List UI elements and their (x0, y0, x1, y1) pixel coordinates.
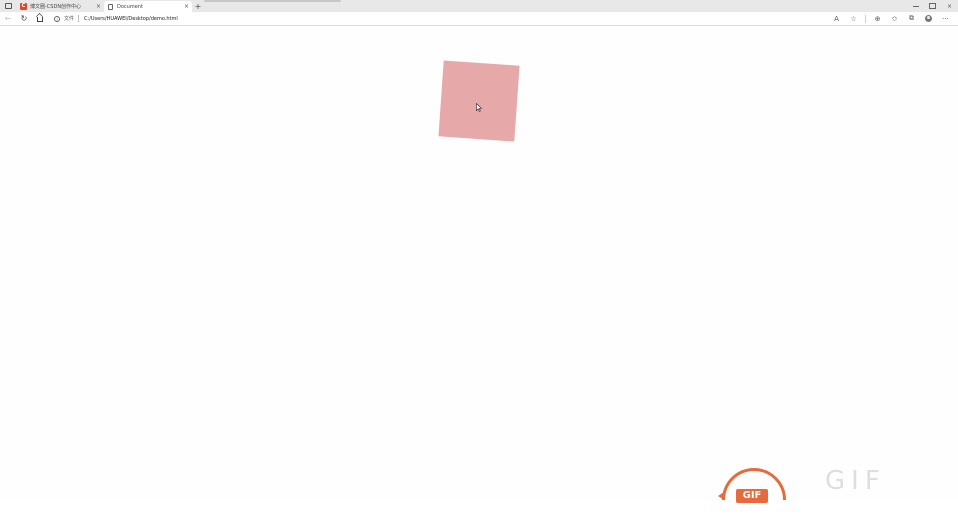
close-tab-icon[interactable]: × (184, 3, 189, 10)
animated-square[interactable] (438, 60, 520, 142)
window-controls: × (907, 0, 958, 12)
arrow-icon (718, 492, 724, 500)
favorites-icon[interactable]: ✩ (886, 12, 903, 26)
address-bar[interactable]: i 文件 C:/Users/HUAWEI/Desktop/demo.html (54, 13, 828, 24)
reload-button[interactable]: ↻ (16, 12, 32, 26)
home-icon (37, 17, 43, 22)
tab-actions-icon (4, 3, 12, 9)
address-separator (78, 15, 80, 22)
csdn-c-icon: C (20, 3, 27, 10)
extensions-icon[interactable]: ⊕ (869, 12, 886, 26)
tab-strip: C 博文圈-CSDN创作中心 × Document × + × (0, 0, 958, 12)
drag-handle[interactable] (204, 0, 341, 2)
title-bar-drag-region[interactable] (204, 0, 907, 12)
tab-document[interactable]: Document × (104, 1, 192, 12)
document-icon (108, 3, 113, 10)
tab-title: Document (117, 3, 143, 10)
avatar (925, 15, 932, 22)
info-icon[interactable]: i (54, 15, 60, 22)
browser-toolbar: ← ↻ i 文件 C:/Users/HUAWEI/Desktop/demo.ht… (0, 12, 958, 26)
page-content (0, 26, 958, 500)
new-tab-button[interactable]: + (192, 1, 204, 12)
maximize-button[interactable] (924, 3, 941, 10)
read-aloud-icon[interactable]: A (828, 12, 845, 26)
url-text[interactable]: C:/Users/HUAWEI/Desktop/demo.html (84, 16, 178, 22)
more-menu-icon[interactable]: ··· (937, 12, 954, 26)
back-button[interactable]: ← (0, 12, 16, 26)
minimize-button[interactable] (907, 3, 924, 10)
tab-actions-button[interactable] (0, 0, 16, 12)
tab-title: 博文圈-CSDN创作中心 (30, 4, 82, 10)
add-favorite-icon[interactable]: ☆ (845, 12, 862, 26)
tab-csdn[interactable]: C 博文圈-CSDN创作中心 × (16, 1, 104, 12)
close-window-button[interactable]: × (941, 3, 958, 10)
gif-badge: GIF (736, 489, 768, 503)
profile-button[interactable] (920, 12, 937, 26)
site-label: 文件 (64, 16, 75, 22)
close-tab-icon[interactable]: × (96, 3, 101, 10)
mouse-cursor-icon (476, 103, 482, 112)
gif-watermark: GIF GIF (712, 462, 958, 503)
toolbar-divider (865, 14, 866, 23)
gif-logo-text: GIF (825, 466, 886, 496)
collections-icon[interactable]: ⧉ (903, 12, 920, 26)
toolbar-actions: A ☆ ⊕ ✩ ⧉ ··· (828, 12, 954, 26)
home-button[interactable] (32, 12, 48, 26)
